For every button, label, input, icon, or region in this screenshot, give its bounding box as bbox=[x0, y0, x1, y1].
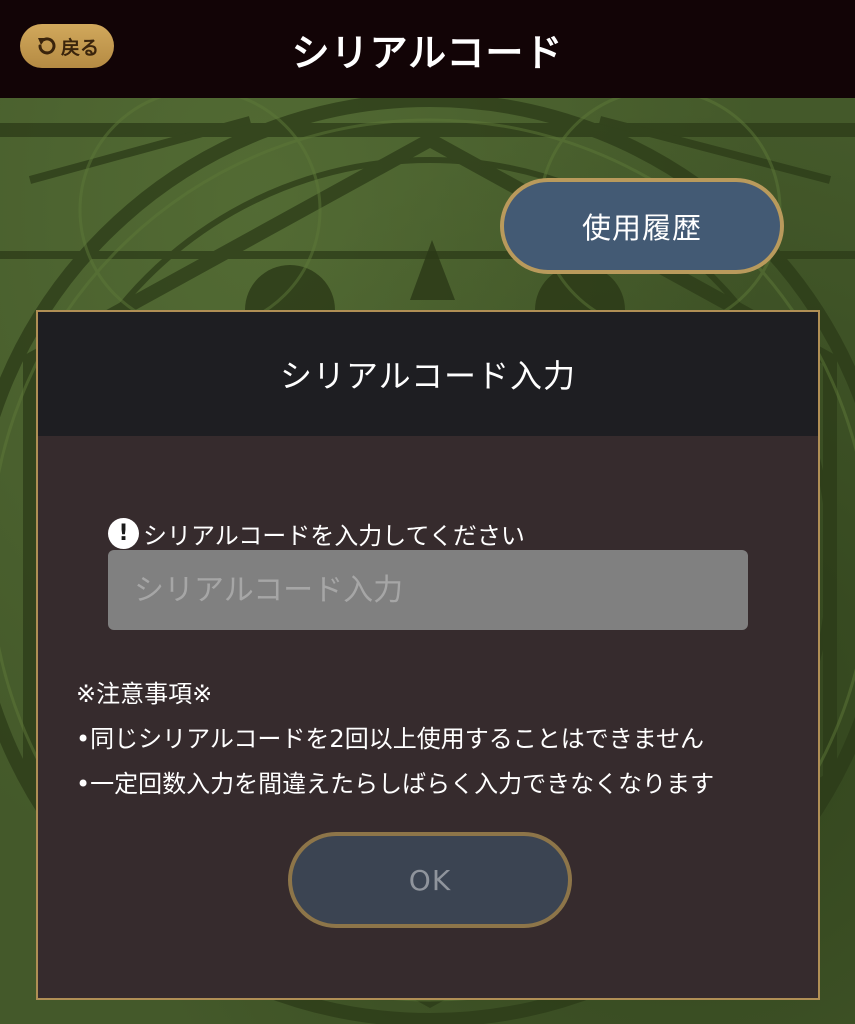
input-label-text: シリアルコードを入力してください bbox=[143, 521, 525, 550]
serial-code-dialog: シリアルコード入力 ! シリアルコードを入力してください ※注意事項※ •同じシ… bbox=[36, 310, 820, 1000]
serial-code-input[interactable] bbox=[108, 550, 748, 630]
input-label: ! シリアルコードを入力してください bbox=[108, 515, 525, 551]
note-item: •同じシリアルコードを2回以上使用することはできません bbox=[76, 725, 704, 753]
note-item: •一定回数入力を間違えたらしばらく入力できなくなります bbox=[76, 770, 715, 798]
undo-arrow-icon bbox=[35, 35, 57, 57]
ok-button[interactable]: OK bbox=[288, 832, 572, 928]
dialog-title: シリアルコード入力 bbox=[38, 312, 818, 436]
back-button[interactable]: 戻る bbox=[20, 24, 114, 68]
back-button-label: 戻る bbox=[60, 36, 99, 59]
notes-heading: ※注意事項※ bbox=[76, 680, 213, 708]
exclamation-circle-icon: ! bbox=[108, 517, 139, 549]
notes-section: ※注意事項※ •同じシリアルコードを2回以上使用することはできません •一定回数… bbox=[76, 672, 796, 807]
top-bar: シリアルコード 戻る bbox=[0, 0, 855, 98]
usage-history-button[interactable]: 使用履歴 bbox=[500, 178, 784, 274]
page-title: シリアルコード bbox=[291, 30, 564, 75]
